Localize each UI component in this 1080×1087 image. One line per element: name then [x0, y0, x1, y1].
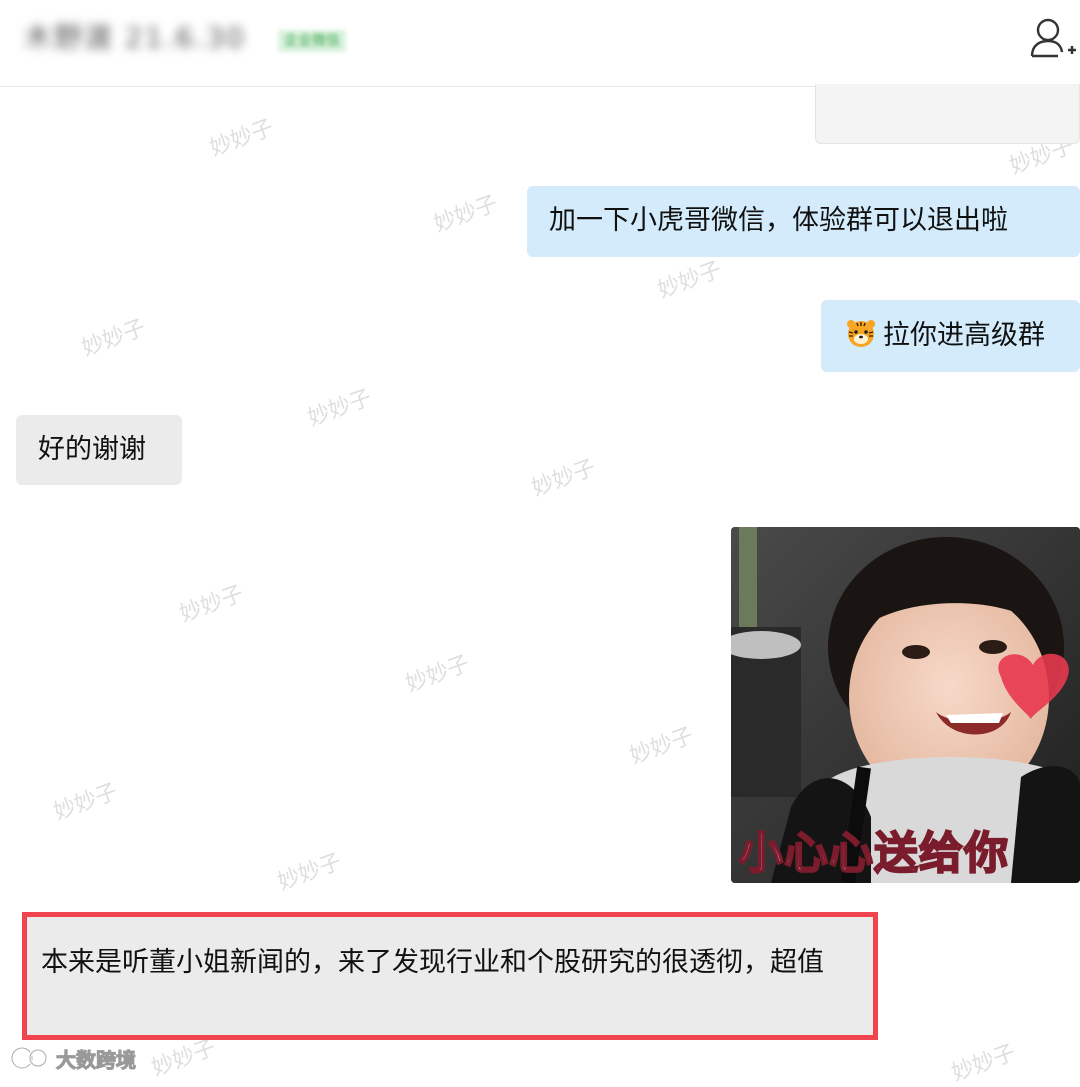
watermark: 妙妙子 [50, 779, 122, 826]
sticker-image[interactable]: 小心心送给你 [731, 527, 1080, 883]
cut-off-message-bubble [815, 84, 1080, 144]
message-text: 本来是听董小姐新闻的，来了发现行业和个股研究的很透彻，超值 [41, 947, 824, 978]
message-text: 拉你进高级群 [883, 320, 1045, 351]
contact-name[interactable]: 木野渡 21.6.30 [18, 20, 252, 56]
add-contact-button[interactable] [1028, 14, 1080, 66]
sticker-caption: 小心心送给你 [738, 827, 1009, 880]
watermark: 妙妙子 [304, 385, 376, 432]
person-plus-icon [1030, 18, 1076, 58]
contact-badge: 企业微信 [278, 30, 346, 52]
watermark: 妙妙子 [176, 581, 248, 628]
footer-brand-logo: 大数跨境 [10, 1042, 137, 1074]
brand-logo-icon [10, 1046, 48, 1070]
watermark: 妙妙子 [626, 723, 698, 770]
tiger-emoji-icon [847, 320, 875, 347]
watermark: 妙妙子 [274, 849, 346, 896]
message-bubble-incoming[interactable]: 好的谢谢 [16, 415, 182, 485]
message-bubble-outgoing[interactable]: 加一下小虎哥微信，体验群可以退出啦 [527, 186, 1080, 257]
watermark: 妙妙子 [78, 315, 150, 362]
watermark: 妙妙子 [430, 191, 502, 238]
watermark: 妙妙子 [528, 455, 600, 502]
message-text: 加一下小虎哥微信，体验群可以退出啦 [549, 205, 1008, 236]
message-bubble-outgoing[interactable]: 拉你进高级群 [821, 300, 1080, 372]
watermark: 妙妙子 [402, 651, 474, 698]
footer-brand-text: 大数跨境 [56, 1047, 137, 1072]
chat-header: 木野渡 21.6.30 企业微信 [0, 0, 1080, 87]
highlighted-message-bubble[interactable]: 本来是听董小姐新闻的，来了发现行业和个股研究的很透彻，超值 [22, 912, 878, 1040]
message-text: 好的谢谢 [38, 434, 146, 465]
watermark: 妙妙子 [654, 257, 726, 304]
watermark: 妙妙子 [948, 1040, 1020, 1087]
watermark: 妙妙子 [206, 115, 278, 162]
